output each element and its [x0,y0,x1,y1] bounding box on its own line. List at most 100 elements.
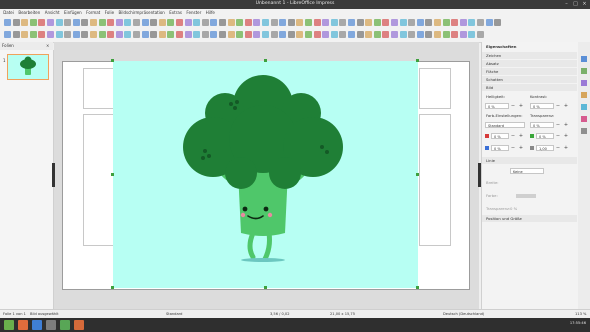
standard-toolbar-icon-41[interactable] [348,19,355,26]
standard-toolbar-icon-16[interactable] [133,19,140,26]
drawing-toolbar-icon-3[interactable] [21,31,29,38]
standard-toolbar-icon-57[interactable] [485,19,493,26]
slide-thumbnail[interactable] [7,54,49,80]
drawing-toolbar-icon-49[interactable] [416,31,424,38]
drawing-toolbar-icon-8[interactable] [64,31,72,38]
standard-toolbar-icon-9[interactable] [72,19,80,26]
standard-toolbar-icon-19[interactable] [158,19,166,26]
drawing-toolbar-icon-24[interactable] [201,31,209,38]
blue-channel-field[interactable]: 0 % [491,145,509,151]
standard-toolbar-icon-44[interactable] [373,19,381,26]
standard-toolbar-icon-46[interactable] [391,19,398,26]
drawing-toolbar-icon-37[interactable] [313,31,321,38]
drawing-toolbar-icon-20[interactable] [167,31,175,38]
styles-deck-icon[interactable] [581,104,587,110]
standard-toolbar-icon-3[interactable] [21,19,29,26]
drawing-toolbar-icon-9[interactable] [72,31,80,38]
standard-toolbar-icon-35[interactable] [296,19,304,26]
standard-toolbar-icon-30[interactable] [253,19,261,26]
drawing-toolbar-icon-29[interactable] [244,31,252,38]
drawing-toolbar-icon-16[interactable] [133,31,140,38]
properties-deck-icon[interactable] [581,56,587,62]
drawing-toolbar-icon-13[interactable] [107,31,115,38]
section-position-und-groesse[interactable]: Position und Größe [482,215,577,222]
standard-toolbar-icon-22[interactable] [184,19,192,26]
drawing-toolbar-icon-32[interactable] [270,31,278,38]
section-bild[interactable]: Bild [482,84,577,91]
drawing-toolbar-icon-2[interactable] [12,31,20,38]
kontrast-field[interactable]: 0 % [530,103,554,109]
standard-toolbar-icon-34[interactable] [287,19,295,26]
standard-toolbar-icon-42[interactable] [356,19,364,26]
transparenz-decrease-button[interactable]: − [555,122,561,128]
selection-handle-bottom-left[interactable] [111,286,114,289]
drawing-toolbar-icon-10[interactable] [81,31,89,38]
kontrast-increase-button[interactable]: + [563,103,569,109]
drawing-toolbar-icon-42[interactable] [356,31,364,38]
selection-handle-right[interactable] [416,173,419,176]
standard-toolbar-icon-25[interactable] [210,19,218,26]
system-tray-clock[interactable]: 17:55:46 [570,321,586,325]
standard-toolbar-icon-45[interactable] [382,19,390,26]
drawing-toolbar-icon-27[interactable] [227,31,235,38]
linie-transparenz-value[interactable]: 0 % [510,206,517,211]
standard-toolbar-icon-5[interactable] [38,19,46,26]
standard-toolbar-icon-20[interactable] [167,19,175,26]
app-task-icon[interactable] [74,320,84,330]
standard-toolbar-icon-55[interactable] [468,19,476,26]
menu-extras[interactable]: Extras [169,9,182,17]
standard-toolbar-icon-36[interactable] [305,19,312,26]
blue-decrease-button[interactable]: − [510,145,516,151]
transparenz-field[interactable]: 0 % [530,122,554,128]
menu-folie[interactable]: Folie [105,9,114,17]
drawing-toolbar-icon-50[interactable] [425,31,433,38]
standard-toolbar-icon-50[interactable] [425,19,433,26]
impress-task-icon[interactable] [60,320,70,330]
drawing-toolbar-icon-51[interactable] [434,31,441,38]
drawing-toolbar-icon-28[interactable] [236,31,244,38]
standard-toolbar-icon-15[interactable] [124,19,132,26]
red-channel-field[interactable]: 0 % [491,133,509,139]
standard-toolbar-icon-53[interactable] [451,19,459,26]
helligkeit-decrease-button[interactable]: − [510,103,516,109]
red-decrease-button[interactable]: − [510,133,516,139]
drawing-toolbar-icon-22[interactable] [184,31,192,38]
menu-format[interactable]: Format [86,9,100,17]
drawing-toolbar-icon-7[interactable] [55,31,63,38]
standard-toolbar-icon-54[interactable] [459,19,467,26]
standard-toolbar-icon-23[interactable] [193,19,201,26]
start-menu-icon[interactable] [4,320,14,330]
animation-deck-icon[interactable] [581,80,587,86]
drawing-toolbar-icon-33[interactable] [279,31,287,38]
drawing-toolbar-icon-31[interactable] [262,31,269,38]
drawing-toolbar-icon-53[interactable] [451,31,459,38]
standard-toolbar-icon-37[interactable] [313,19,321,26]
files-icon[interactable] [46,320,56,330]
selection-handle-top-right[interactable] [416,59,419,62]
menu-datei[interactable]: Datei [3,9,14,17]
close-icon[interactable]: × [581,1,588,8]
helligkeit-field[interactable]: 0 % [485,103,509,109]
standard-toolbar-icon-6[interactable] [47,19,54,26]
standard-toolbar-icon-48[interactable] [408,19,416,26]
standard-toolbar-icon-32[interactable] [270,19,278,26]
standard-toolbar-icon-26[interactable] [219,19,226,26]
firefox-icon[interactable] [18,320,28,330]
drawing-toolbar-icon-52[interactable] [442,31,450,38]
green-decrease-button[interactable]: − [555,133,561,139]
drawing-toolbar-icon-5[interactable] [38,31,46,38]
drawing-toolbar-icon-40[interactable] [339,31,347,38]
farbe-dropdown[interactable]: Standard [485,122,525,128]
drawing-toolbar-icon-34[interactable] [287,31,295,38]
standard-toolbar-icon-2[interactable] [12,19,20,26]
drawing-toolbar-icon-36[interactable] [305,31,312,38]
red-increase-button[interactable]: + [518,133,524,139]
standard-toolbar-icon-10[interactable] [81,19,89,26]
kontrast-decrease-button[interactable]: − [555,103,561,109]
standard-toolbar-icon-8[interactable] [64,19,72,26]
drawing-toolbar-icon-26[interactable] [219,31,226,38]
drawing-toolbar-icon-46[interactable] [391,31,398,38]
menu-ansicht[interactable]: Ansicht [45,9,60,17]
gallery-deck-icon[interactable] [581,116,587,122]
standard-toolbar-icon-39[interactable] [330,19,338,26]
